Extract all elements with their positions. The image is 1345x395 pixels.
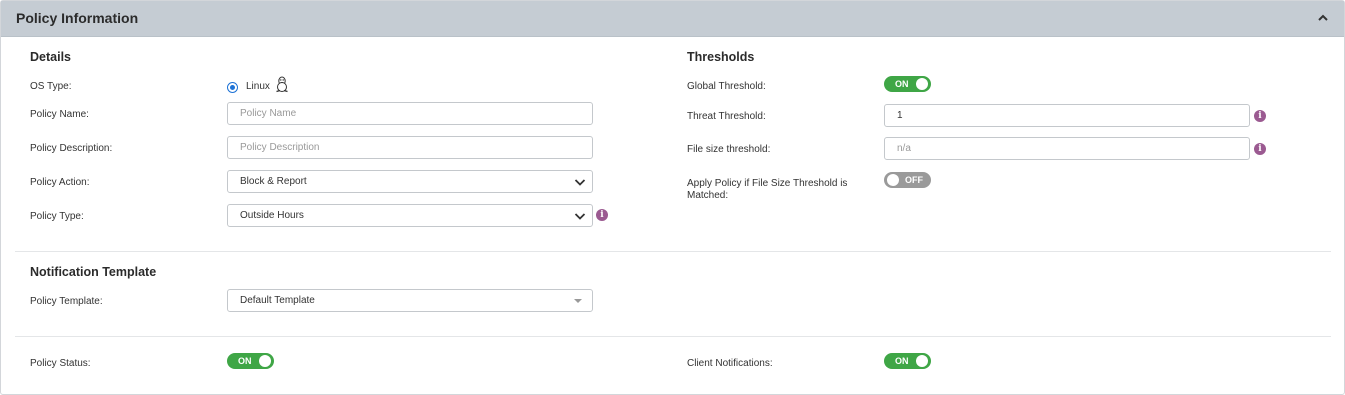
section-divider	[15, 251, 1331, 252]
policy-name-input[interactable]: Policy Name	[227, 102, 593, 125]
panel-header[interactable]: Policy Information	[1, 1, 1344, 37]
file-size-threshold-label: File size threshold:	[687, 144, 771, 155]
policy-action-label: Policy Action:	[30, 177, 90, 188]
chevron-down-icon	[574, 213, 586, 220]
os-linux-label: Linux	[246, 81, 270, 92]
apply-policy-label: Apply Policy if File Size Threshold is M…	[687, 178, 848, 201]
section-divider	[15, 336, 1331, 337]
policy-status-label: Policy Status:	[30, 358, 91, 369]
threat-threshold-input[interactable]: 1	[884, 104, 1250, 127]
policy-description-input[interactable]: Policy Description	[227, 136, 593, 159]
policy-name-label: Policy Name:	[30, 109, 89, 120]
toggle-knob	[887, 174, 899, 186]
details-section-title: Details	[30, 50, 71, 64]
toggle-knob	[916, 78, 928, 90]
apply-policy-toggle[interactable]: OFF	[884, 172, 931, 188]
panel-title: Policy Information	[16, 10, 139, 26]
policy-template-value: Default Template	[240, 295, 315, 306]
toggle-knob	[259, 355, 271, 367]
toggle-knob	[916, 355, 928, 367]
policy-type-value: Outside Hours	[240, 210, 304, 221]
toggle-state-text: ON	[895, 356, 909, 366]
policy-action-select[interactable]: Block & Report	[227, 170, 593, 193]
policy-template-select[interactable]: Default Template	[227, 289, 593, 312]
threat-threshold-label: Threat Threshold:	[687, 111, 766, 122]
chevron-down-icon	[574, 179, 586, 186]
policy-description-label: Policy Description:	[30, 143, 113, 154]
os-linux-radio[interactable]	[227, 82, 238, 93]
toggle-state-text: ON	[238, 356, 252, 366]
global-threshold-toggle[interactable]: ON	[884, 76, 931, 92]
policy-action-value: Block & Report	[240, 176, 307, 187]
policy-type-select[interactable]: Outside Hours	[227, 204, 593, 227]
radio-selected-dot	[230, 85, 235, 90]
toggle-state-text: ON	[895, 79, 909, 89]
os-type-label: OS Type:	[30, 81, 72, 92]
policy-template-label: Policy Template:	[30, 296, 103, 307]
notification-section-title: Notification Template	[30, 265, 157, 279]
policy-status-toggle[interactable]: ON	[227, 353, 274, 369]
file-size-threshold-input[interactable]: n/a	[884, 137, 1250, 160]
chevron-up-icon[interactable]	[1316, 11, 1330, 25]
client-notifications-label: Client Notifications:	[687, 358, 773, 369]
policy-information-panel: Policy Information Details OS Type: Linu…	[0, 0, 1345, 395]
linux-tux-icon	[276, 76, 288, 93]
file-size-threshold-info-icon[interactable]: i	[1254, 143, 1266, 155]
toggle-state-text: OFF	[905, 175, 923, 185]
global-threshold-label: Global Threshold:	[687, 81, 766, 92]
threat-threshold-info-icon[interactable]: i	[1254, 110, 1266, 122]
caret-down-icon	[574, 299, 582, 303]
thresholds-section-title: Thresholds	[687, 50, 755, 64]
policy-type-label: Policy Type:	[30, 211, 84, 222]
client-notifications-toggle[interactable]: ON	[884, 353, 931, 369]
policy-type-info-icon[interactable]: i	[596, 209, 608, 221]
